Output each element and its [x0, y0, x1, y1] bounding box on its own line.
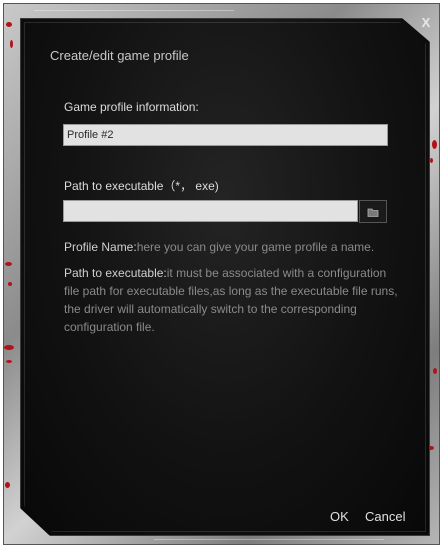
help-path: Path to executable:it must be associated…: [64, 264, 399, 336]
executable-path-input[interactable]: [63, 200, 358, 222]
red-splatter: [432, 140, 437, 149]
red-splatter: [5, 262, 12, 266]
help-profile-name-text: here you can give your game profile a na…: [136, 240, 375, 254]
executable-path-label: Path to executable（*， exe): [64, 179, 219, 193]
help-profile-name-key: Profile Name:: [64, 240, 137, 254]
profile-info-label: Game profile information:: [64, 100, 199, 114]
red-splatter: [10, 40, 13, 48]
red-splatter: [8, 282, 12, 286]
red-splatter: [4, 345, 14, 350]
help-profile-name: Profile Name:here you can give your game…: [64, 238, 414, 256]
red-splatter: [6, 360, 12, 363]
profile-name-input[interactable]: [63, 124, 388, 146]
cancel-button[interactable]: Cancel: [365, 509, 405, 524]
frame-highlight: [154, 539, 384, 540]
frame-highlight: [34, 10, 234, 11]
dialog-title: Create/edit game profile: [50, 48, 189, 63]
browse-button[interactable]: [359, 200, 387, 223]
folder-icon: [367, 208, 379, 217]
red-splatter: [5, 482, 10, 488]
red-splatter: [433, 368, 437, 374]
red-splatter: [430, 158, 433, 163]
help-path-key: Path to executable:: [64, 266, 167, 280]
ok-button[interactable]: OK: [330, 509, 349, 524]
red-splatter: [6, 22, 12, 27]
close-button[interactable]: X: [418, 14, 434, 32]
